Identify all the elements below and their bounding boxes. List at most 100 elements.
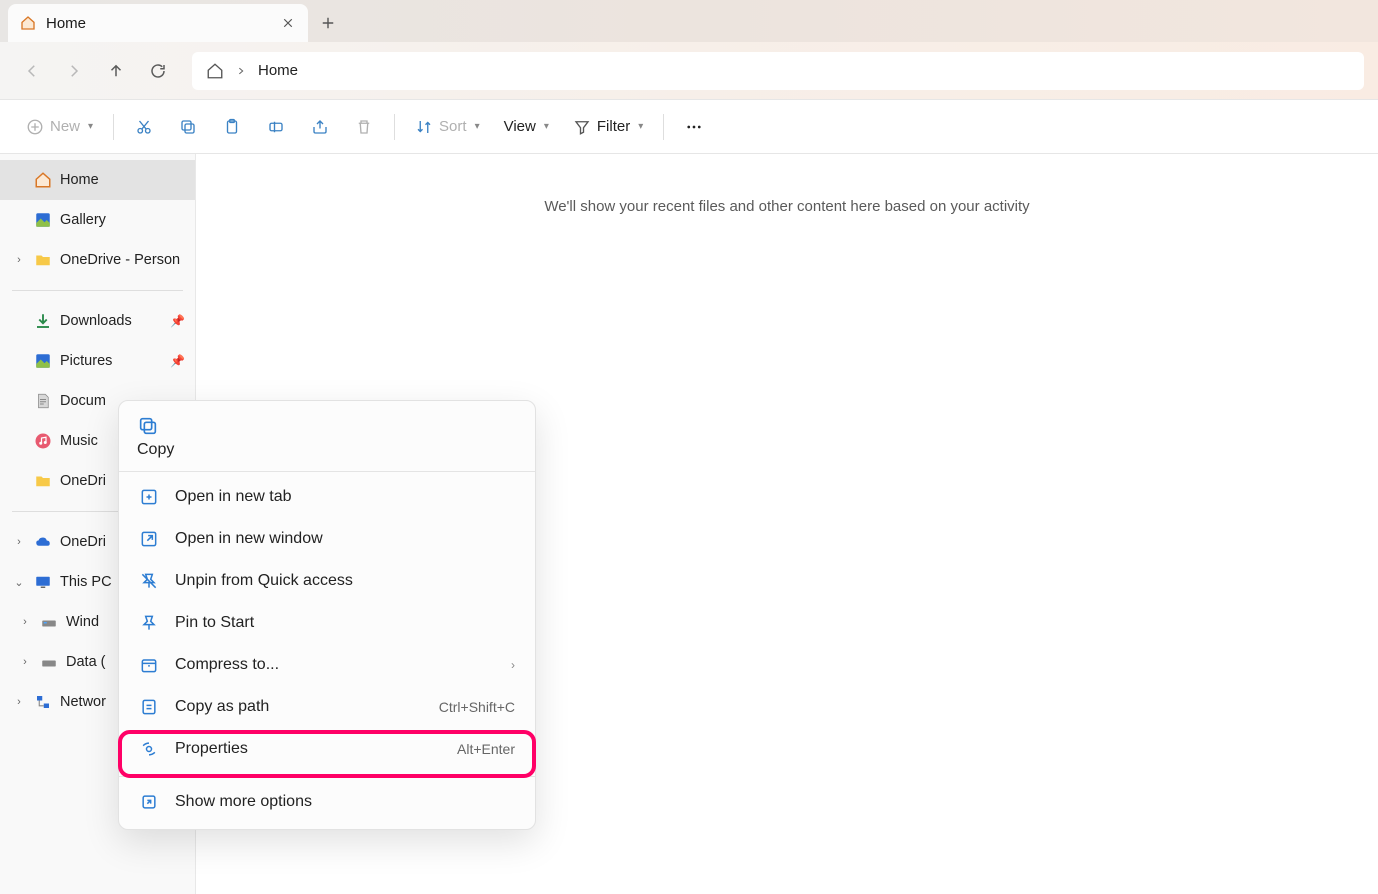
context-label: Pin to Start	[175, 614, 515, 632]
sidebar-item-pictures[interactable]: Pictures 📌	[0, 341, 195, 381]
chevron-right-icon[interactable]: ›	[12, 536, 26, 548]
refresh-button[interactable]	[140, 53, 176, 89]
pin-icon[interactable]: 📌	[170, 314, 185, 328]
pin-icon[interactable]: 📌	[170, 354, 185, 368]
sidebar-item-onedrive-personal[interactable]: › OneDrive - Person	[0, 240, 195, 280]
separator	[113, 114, 114, 140]
context-item-open-new-tab[interactable]: Open in new tab	[125, 476, 529, 518]
chevron-down-icon: ▾	[544, 121, 549, 132]
drive-icon	[40, 653, 58, 671]
empty-message: We'll show your recent files and other c…	[196, 198, 1378, 215]
folder-icon	[34, 472, 52, 490]
context-item-copy-path[interactable]: Copy as path Ctrl+Shift+C	[125, 686, 529, 728]
cut-button[interactable]	[124, 109, 164, 145]
copy-button[interactable]	[168, 109, 208, 145]
context-label: Open in new window	[175, 530, 515, 548]
drive-icon	[40, 613, 58, 631]
context-item-pin-start[interactable]: Pin to Start	[125, 602, 529, 644]
sort-button[interactable]: Sort ▾	[405, 109, 490, 145]
context-item-unpin[interactable]: Unpin from Quick access	[125, 560, 529, 602]
cloud-icon	[34, 533, 52, 551]
chevron-right-icon[interactable]	[236, 66, 246, 76]
chevron-right-icon[interactable]: ›	[12, 254, 26, 266]
context-item-open-new-window[interactable]: Open in new window	[125, 518, 529, 560]
tab-bar: Home	[0, 0, 1378, 42]
chevron-right-icon[interactable]: ›	[12, 696, 26, 708]
sidebar-label: Gallery	[60, 212, 195, 228]
more-button[interactable]	[674, 109, 714, 145]
home-icon	[20, 15, 36, 31]
context-item-compress[interactable]: Compress to... ›	[125, 644, 529, 686]
rename-button[interactable]	[256, 109, 296, 145]
separator	[119, 471, 535, 472]
view-button[interactable]: View ▾	[494, 109, 559, 145]
nav-bar: Home	[0, 42, 1378, 100]
new-window-icon	[139, 529, 159, 549]
copy-path-icon	[139, 697, 159, 717]
copy-label: Copy	[137, 441, 517, 459]
close-icon[interactable]	[280, 15, 296, 31]
context-label: Copy as path	[175, 698, 423, 716]
breadcrumb-home[interactable]: Home	[258, 62, 298, 79]
unpin-icon	[139, 571, 159, 591]
gallery-icon	[34, 211, 52, 229]
context-item-show-more[interactable]: Show more options	[125, 781, 529, 823]
chevron-down-icon[interactable]: ⌄	[12, 576, 26, 589]
context-menu-header: Copy	[125, 407, 529, 469]
shortcut: Ctrl+Shift+C	[439, 699, 515, 715]
folder-icon	[34, 251, 52, 269]
expand-icon	[139, 792, 159, 812]
sidebar-label: Home	[60, 172, 195, 188]
divider	[12, 290, 183, 291]
back-button[interactable]	[14, 53, 50, 89]
separator	[394, 114, 395, 140]
forward-button[interactable]	[56, 53, 92, 89]
chevron-right-icon[interactable]: ›	[18, 656, 32, 668]
chevron-down-icon: ▾	[475, 121, 480, 132]
network-icon	[34, 693, 52, 711]
separator	[663, 114, 664, 140]
download-icon	[34, 312, 52, 330]
sort-label: Sort	[439, 118, 467, 135]
document-icon	[34, 392, 52, 410]
context-label: Properties	[175, 740, 441, 758]
paste-button[interactable]	[212, 109, 252, 145]
sidebar-item-home[interactable]: Home	[0, 160, 195, 200]
context-label: Unpin from Quick access	[175, 572, 515, 590]
share-button[interactable]	[300, 109, 340, 145]
new-label: New	[50, 118, 80, 135]
sidebar-item-downloads[interactable]: Downloads 📌	[0, 301, 195, 341]
separator	[119, 776, 535, 777]
filter-label: Filter	[597, 118, 630, 135]
sidebar-label: OneDrive - Person	[60, 252, 195, 268]
chevron-down-icon: ▾	[638, 121, 643, 132]
chevron-down-icon: ▾	[88, 121, 93, 132]
sidebar-label: Downloads	[60, 313, 162, 329]
chevron-right-icon[interactable]: ›	[18, 616, 32, 628]
context-label: Show more options	[175, 793, 515, 811]
new-button[interactable]: New ▾	[16, 109, 103, 145]
up-button[interactable]	[98, 53, 134, 89]
filter-button[interactable]: Filter ▾	[563, 109, 653, 145]
copy-icon[interactable]	[137, 415, 517, 437]
shortcut: Alt+Enter	[457, 741, 515, 757]
pin-icon	[139, 613, 159, 633]
pictures-icon	[34, 352, 52, 370]
toolbar: New ▾ Sort ▾ View ▾ Filter ▾	[0, 100, 1378, 154]
new-tab-icon	[139, 487, 159, 507]
home-icon	[34, 171, 52, 189]
tab-home[interactable]: Home	[8, 4, 308, 42]
context-menu: Copy Open in new tab Open in new window …	[118, 400, 536, 830]
address-bar[interactable]: Home	[192, 52, 1364, 90]
new-tab-button[interactable]	[308, 4, 348, 42]
context-label: Compress to...	[175, 656, 495, 674]
home-icon	[206, 62, 224, 80]
pc-icon	[34, 573, 52, 591]
properties-icon	[139, 739, 159, 759]
sidebar-item-gallery[interactable]: Gallery	[0, 200, 195, 240]
context-label: Open in new tab	[175, 488, 515, 506]
chevron-right-icon: ›	[511, 658, 515, 672]
delete-button[interactable]	[344, 109, 384, 145]
tab-title: Home	[46, 15, 270, 32]
context-item-properties[interactable]: Properties Alt+Enter	[125, 728, 529, 770]
